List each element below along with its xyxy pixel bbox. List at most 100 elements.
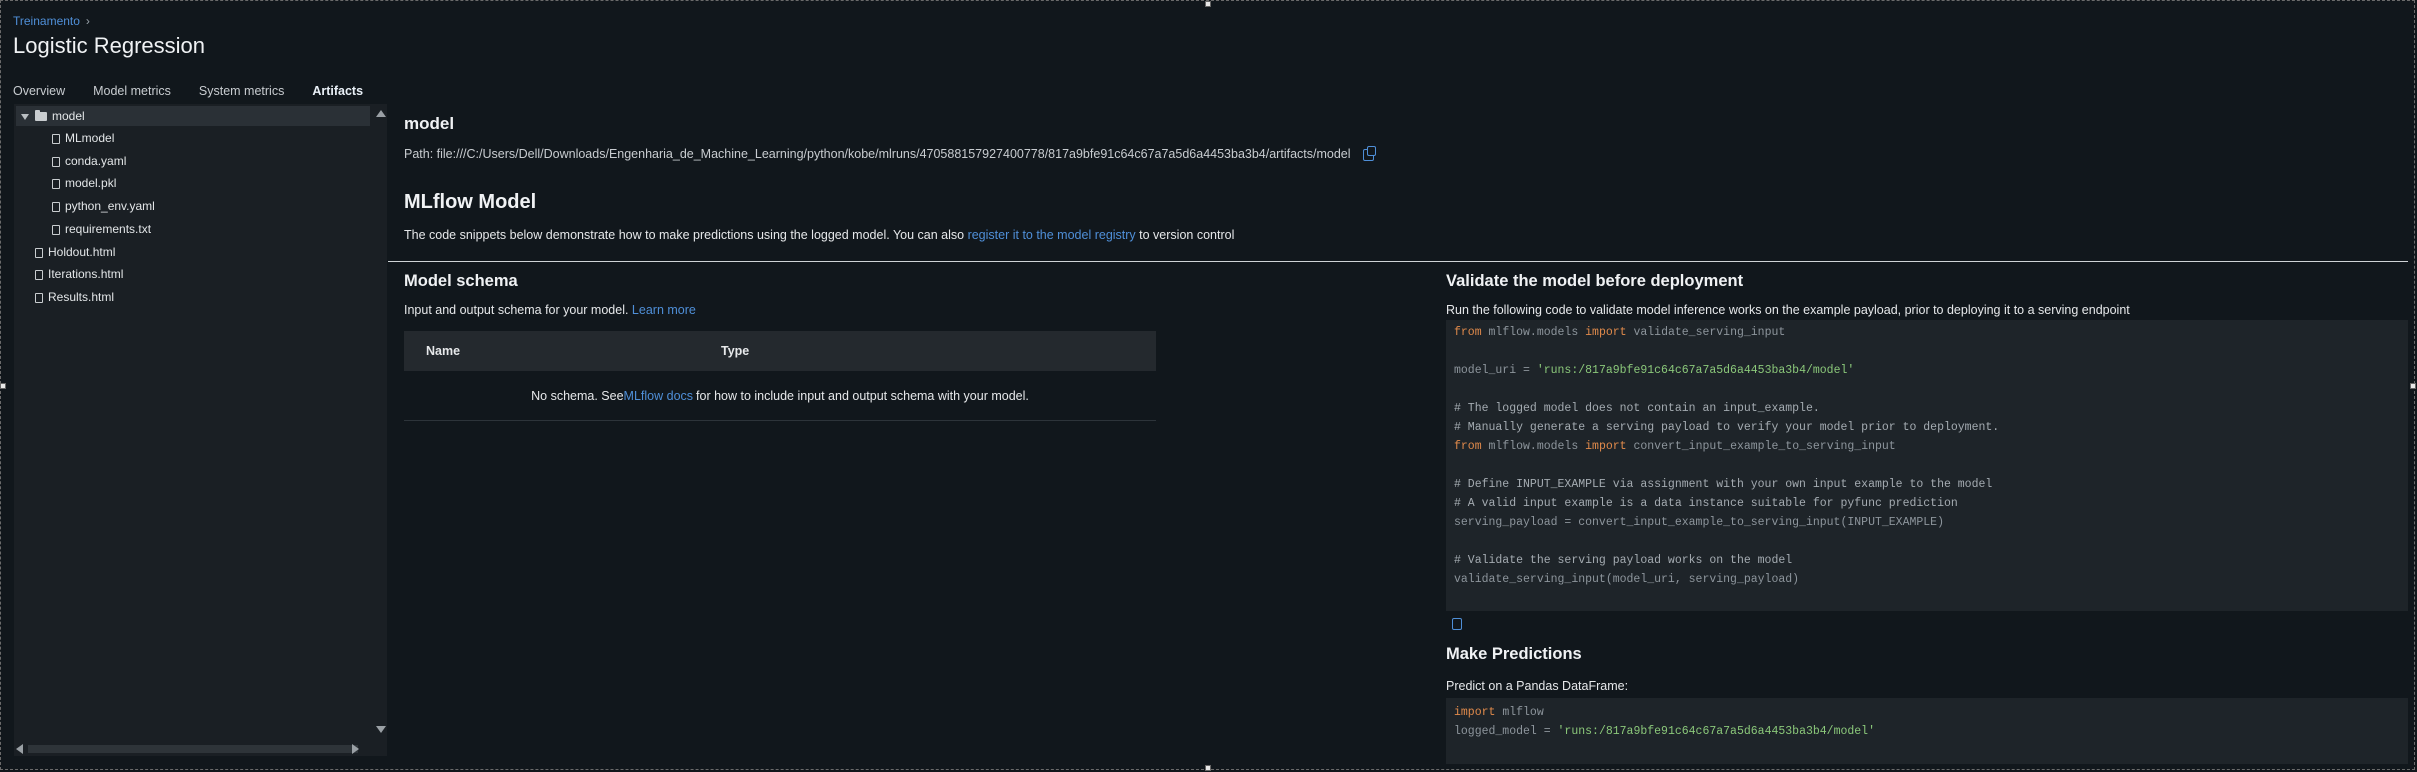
schema-table-header: Name Type [404,331,1156,371]
tab-overview[interactable]: Overview [13,84,65,106]
tree-item-results-html[interactable]: Results.html [35,287,114,307]
file-icon [52,133,60,144]
code-text: validate_serving_input [1626,326,1786,339]
code-comment: # A valid input example is a data instan… [1454,497,1958,510]
code-line: # A valid input example is a data instan… [1446,494,2408,513]
scroll-right-arrow-icon[interactable] [352,744,359,754]
scroll-left-arrow-icon[interactable] [16,744,23,754]
file-icon [35,292,43,303]
tree-item-label: Results.html [48,290,115,304]
scroll-thumb[interactable] [28,745,358,753]
code-string: 'runs:/817a9bfe91c64c67a7a5d6a4453ba3b4/… [1536,364,1855,377]
make-predictions-heading: Make Predictions [1446,645,1582,663]
scroll-down-arrow-icon[interactable] [376,726,386,733]
breadcrumb-link-experiment[interactable]: Treinamento [13,14,80,28]
file-icon [35,247,43,258]
mlflow-model-description: The code snippets below demonstrate how … [404,228,1234,242]
section-divider [388,261,2408,262]
code-line: from mlflow.models import convert_input_… [1446,437,2408,456]
description-text: The code snippets below demonstrate how … [404,228,968,242]
tree-item-label: model [52,109,85,123]
tree-item-label: model.pkl [65,176,117,190]
resize-handle-top[interactable] [1205,1,1211,7]
run-tabs: Overview Model metrics System metrics Ar… [13,84,364,106]
validate-code-block: from mlflow.models import validate_servi… [1446,320,2408,611]
predict-code-block: import mlflow logged_model = 'runs:/817a9… [1446,698,2408,764]
model-schema-description: Input and output schema for your model. … [404,303,696,317]
expand-caret-icon[interactable] [21,113,29,120]
code-line: logged_model = 'runs:/817a9bfe91c64c67a7… [1446,722,2408,741]
tab-system-metrics[interactable]: System metrics [199,84,284,106]
resize-handle-bottom[interactable] [1205,765,1211,771]
tree-item-label: Iterations.html [48,267,124,281]
code-keyword: from [1454,326,1482,339]
code-line: validate_serving_input(model_uri, servin… [1446,570,2408,589]
tree-item-label: Holdout.html [48,245,116,259]
file-icon [35,269,43,280]
description-text: Input and output schema for your model. [404,303,632,317]
copy-code-icon[interactable] [1452,618,1462,630]
tab-artifacts[interactable]: Artifacts [312,84,364,106]
schema-table: Name Type No schema. See MLflow docs for… [404,331,1156,421]
tree-item-iterations-html[interactable]: Iterations.html [35,264,123,284]
artifact-viewer: model Path: file:///C:/Users/Dell/Downlo… [388,104,2408,764]
code-line: # Validate the serving payload works on … [1446,551,2408,570]
column-header-name: Name [426,344,461,358]
code-text: mlflow.models [1481,440,1586,453]
code-keyword: import [1585,326,1627,339]
tree-item-requirements-txt[interactable]: requirements.txt [52,219,151,239]
code-keyword: import [1454,706,1496,719]
resize-handle-right[interactable] [2410,383,2416,389]
file-icon [52,156,60,167]
tree-item-model-folder[interactable]: model [16,106,370,126]
tab-model-metrics[interactable]: Model metrics [93,84,171,106]
code-line: from mlflow.models import validate_servi… [1446,323,2408,342]
model-schema-heading: Model schema [404,272,518,290]
tree-item-holdout-html[interactable]: Holdout.html [35,242,115,262]
tree-item-label: python_env.yaml [65,199,155,213]
code-line: serving_payload = convert_input_example_… [1446,513,2408,532]
code-comment: # The logged model does not contain an i… [1454,402,1820,415]
tree-vertical-scrollbar[interactable] [374,104,387,744]
mlflow-model-heading: MLflow Model [404,191,537,213]
resize-handle-left[interactable] [0,383,6,389]
mlflow-docs-link[interactable]: MLflow docs [624,389,693,403]
tree-item-python-env-yaml[interactable]: python_env.yaml [52,196,155,216]
code-comment: # Validate the serving payload works on … [1454,554,1793,567]
description-text: to version control [1135,228,1235,242]
page-title: Logistic Regression [13,33,205,58]
code-line: import mlflow [1446,703,2408,722]
code-text: mlflow.models [1481,326,1586,339]
code-text: validate_serving_input(model_uri, servin… [1454,573,1800,586]
breadcrumb-separator: › [85,14,90,28]
file-icon [52,224,60,235]
code-text: serving_payload = convert_input_example_… [1454,516,1944,529]
scroll-up-arrow-icon[interactable] [376,110,386,117]
column-header-type: Type [721,344,750,358]
empty-text: No schema. See [531,388,624,403]
code-line: # The logged model does not contain an i… [1446,399,2408,418]
copy-icon[interactable] [1362,145,1376,161]
code-keyword: import [1585,440,1627,453]
code-comment: # Manually generate a serving payload to… [1454,421,2000,434]
code-text: logged_model = [1454,725,1558,738]
code-text: mlflow [1495,706,1544,719]
empty-text: for how to include input and output sche… [696,388,1029,403]
artifact-tree: model MLmodel conda.yaml model.pkl pytho… [14,104,387,756]
tree-item-label: requirements.txt [65,222,152,236]
tree-item-conda-yaml[interactable]: conda.yaml [52,151,126,171]
tree-item-mlmodel[interactable]: MLmodel [52,128,114,148]
learn-more-link[interactable]: Learn more [632,303,696,317]
schema-empty-message: No schema. See MLflow docs for how to in… [404,371,1156,421]
make-predictions-description: Predict on a Pandas DataFrame: [1446,679,1629,693]
tree-item-model-pkl[interactable]: model.pkl [52,173,116,193]
tree-item-label: conda.yaml [65,154,127,168]
code-string: 'runs:/817a9bfe91c64c67a7a5d6a4453ba3b4/… [1557,725,1875,738]
code-keyword: from [1454,440,1482,453]
breadcrumb: Treinamento › [13,14,90,28]
tree-horizontal-scrollbar[interactable] [14,742,387,756]
register-model-link[interactable]: register it to the model registry [968,228,1136,242]
